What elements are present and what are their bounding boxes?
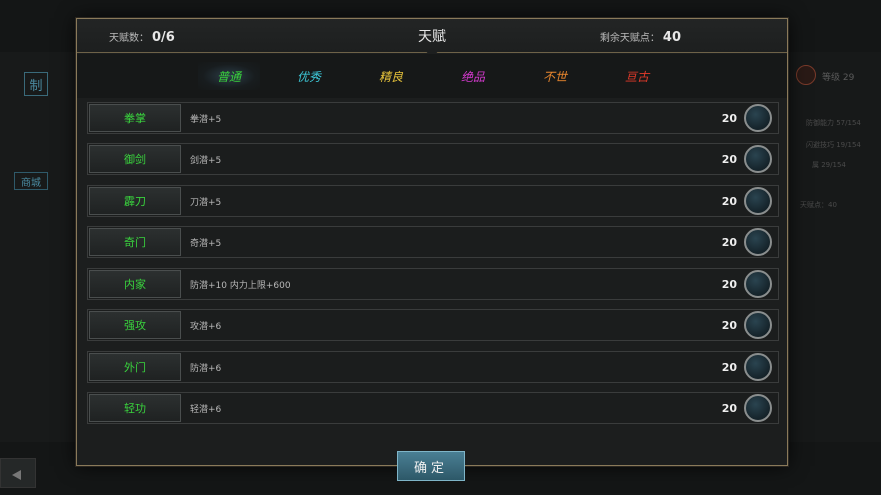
tab-fine[interactable]: 精良 [360, 62, 422, 90]
talent-row: 轻功 轻潜+6 20 [87, 392, 779, 424]
background-stat-2: 闪避技巧 19/154 [806, 141, 861, 149]
tab-common[interactable]: 普通 [198, 62, 260, 90]
talent-row: 奇门 奇潜+5 20 [87, 226, 779, 258]
rarity-tabs: 普通 优秀 精良 绝品 不世 亘古 [77, 54, 787, 98]
talent-name-button[interactable]: 霹刀 [89, 187, 181, 215]
talent-cost: 20 [721, 361, 737, 374]
talent-description: 刀潜+5 [190, 198, 222, 208]
remaining-points: 剩余天赋点： 40 [600, 29, 681, 45]
back-arrow-button[interactable] [0, 458, 36, 488]
talent-description: 轻潜+6 [190, 405, 222, 415]
talent-name-button[interactable]: 奇门 [89, 228, 181, 256]
background-stat-3: 属 29/154 [812, 161, 846, 169]
background-right-panel [787, 52, 881, 442]
talent-select-toggle[interactable] [744, 353, 772, 381]
tab-eternal[interactable]: 亘古 [606, 62, 668, 90]
background-talent-points: 天赋点：40 [800, 201, 837, 209]
talent-cost: 20 [721, 112, 737, 125]
tab-excellent[interactable]: 优秀 [278, 62, 340, 90]
tab-peerless[interactable]: 不世 [524, 62, 586, 90]
talent-row: 内家 防潜+10 内力上限+600 20 [87, 268, 779, 300]
talent-dialog: 天赋数： 0/6 天赋 剩余天赋点： 40 普通 优秀 精良 绝品 不世 亘古 … [76, 18, 788, 466]
talent-select-toggle[interactable] [744, 187, 772, 215]
background-stat-1: 防御能力 57/154 [806, 119, 861, 127]
talent-cost: 20 [721, 195, 737, 208]
confirm-button[interactable]: 确定 [397, 451, 465, 481]
talent-select-toggle[interactable] [744, 228, 772, 256]
talent-select-toggle[interactable] [744, 104, 772, 132]
talent-description: 防潜+6 [190, 364, 222, 374]
background-level: 等级 29 [822, 73, 855, 83]
talent-name-button[interactable]: 拳掌 [89, 104, 181, 132]
talent-description: 拳潜+5 [190, 115, 222, 125]
talent-row: 强攻 攻潜+6 20 [87, 309, 779, 341]
talent-select-toggle[interactable] [744, 270, 772, 298]
remaining-points-label: 剩余天赋点： [599, 33, 660, 44]
remaining-points-value: 40 [662, 30, 681, 45]
talent-cost: 20 [721, 402, 737, 415]
shop-button[interactable]: 商城 [14, 172, 48, 190]
talent-row: 霹刀 刀潜+5 20 [87, 185, 779, 217]
background-left-panel [0, 52, 78, 442]
talent-description: 剑潜+5 [190, 156, 222, 166]
talent-cost: 20 [721, 153, 737, 166]
background-badge: 制 [24, 72, 48, 96]
talent-name-button[interactable]: 外门 [89, 353, 181, 381]
talent-select-toggle[interactable] [744, 394, 772, 422]
talent-name-button[interactable]: 内家 [89, 270, 181, 298]
talent-description: 奇潜+5 [190, 239, 222, 249]
talent-row: 外门 防潜+6 20 [87, 351, 779, 383]
talent-name-button[interactable]: 轻功 [89, 394, 181, 422]
character-icon [796, 65, 816, 85]
talent-name-button[interactable]: 御剑 [89, 145, 181, 173]
tab-superb[interactable]: 绝品 [442, 62, 504, 90]
talent-cost: 20 [721, 319, 737, 332]
talent-row: 拳掌 拳潜+5 20 [87, 102, 779, 134]
talent-cost: 20 [721, 278, 737, 291]
talent-name-button[interactable]: 强攻 [89, 311, 181, 339]
talent-description: 攻潜+6 [190, 322, 222, 332]
talent-cost: 20 [721, 236, 737, 249]
talent-select-toggle[interactable] [744, 311, 772, 339]
talent-row: 御剑 剑潜+5 20 [87, 143, 779, 175]
talent-select-toggle[interactable] [744, 145, 772, 173]
talent-description: 防潜+10 内力上限+600 [190, 281, 291, 291]
